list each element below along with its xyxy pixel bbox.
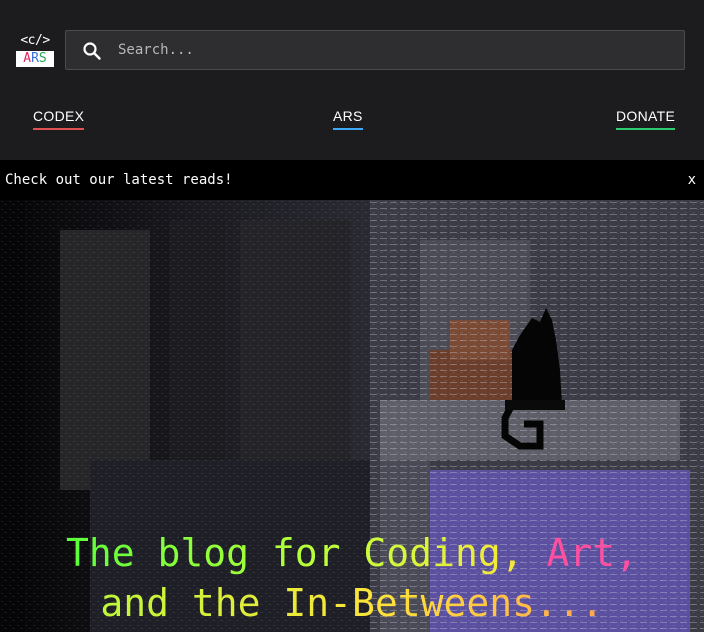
nav-ars-link[interactable]: ARS [333,108,363,130]
hero-title-line-1: The blog for Coding, Art, [0,528,704,578]
hero-title-line-2: and the In-Betweens... [0,578,704,628]
hero-section: The blog for Coding, Art, and the In-Bet… [0,200,704,632]
site-logo[interactable]: <c/> ARS [16,33,54,69]
logo-code-text: <c/> [20,33,50,48]
hero-title-art: Art, [546,531,638,575]
banner-message[interactable]: Check out our latest reads! [5,172,233,188]
hero-title: The blog for Coding, Art, and the In-Bet… [0,528,704,628]
search-input[interactable] [118,31,668,69]
search-bar [65,30,685,70]
search-icon[interactable] [82,41,102,61]
announcement-banner: Check out our latest reads! x [0,160,704,200]
close-icon[interactable]: x [688,172,696,188]
nav-donate-link[interactable]: DONATE [616,108,676,130]
logo-ars-text: ARS [16,51,54,67]
nav-codex-link[interactable]: CODEX [33,108,85,130]
site-header: <c/> ARS CODEX ARS DONATE [0,0,704,160]
hero-title-coding: The blog for Coding, [66,531,547,575]
